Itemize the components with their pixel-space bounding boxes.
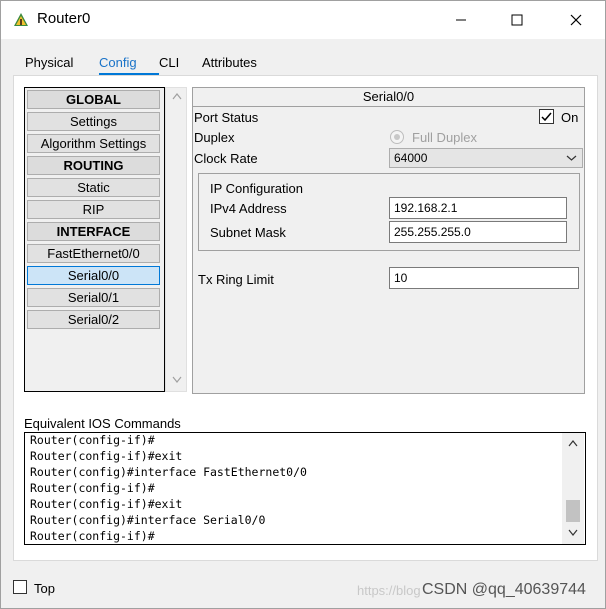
tab-config[interactable]: Config [99, 55, 137, 70]
clock-rate-select[interactable]: 64000 [389, 148, 583, 168]
scroll-up-icon[interactable] [172, 92, 182, 100]
console-line: Router(config)#interface Serial0/0 [30, 513, 266, 527]
subnet-mask-input[interactable]: 255.255.255.0 [389, 221, 567, 243]
panel-title: Serial0/0 [193, 88, 584, 107]
config-sidebar: GLOBAL Settings Algorithm Settings ROUTI… [24, 87, 165, 392]
sidebar-header-global: GLOBAL [27, 90, 160, 109]
scroll-down-icon[interactable] [568, 529, 578, 537]
tx-ring-limit-value: 10 [394, 271, 408, 285]
tab-cli[interactable]: CLI [159, 55, 179, 70]
sidebar-item-rip[interactable]: RIP [27, 200, 160, 219]
sidebar-item-static[interactable]: Static [27, 178, 160, 197]
minimize-button[interactable] [438, 1, 484, 39]
tx-ring-limit-input[interactable]: 10 [389, 267, 579, 289]
duplex-label: Duplex [194, 130, 235, 145]
sidebar-header-routing: ROUTING [27, 156, 160, 175]
close-icon [570, 14, 582, 26]
console-line: Router(config-if)#exit [30, 449, 183, 463]
sidebar-item-serial0-0[interactable]: Serial0/0 [27, 266, 160, 285]
tab-attributes[interactable]: Attributes [202, 55, 257, 70]
sidebar-item-serial0-2[interactable]: Serial0/2 [27, 310, 160, 329]
port-status-on-label: On [561, 110, 579, 125]
router-app-icon [14, 13, 28, 26]
console-line: Router(config-if)# [30, 433, 155, 447]
sidebar-item-algorithm-settings[interactable]: Algorithm Settings [27, 134, 160, 153]
clock-rate-label: Clock Rate [194, 151, 258, 166]
chevron-down-icon [566, 155, 577, 161]
tx-ring-limit-label: Tx Ring Limit [198, 272, 274, 287]
subnet-mask-value: 255.255.255.0 [394, 225, 471, 239]
ip-config-title: IP Configuration [210, 181, 303, 196]
router-config-window: Router0 Physical Config CLI Attributes G… [0, 0, 606, 609]
subnet-mask-label: Subnet Mask [210, 225, 286, 240]
tab-strip: Physical Config CLI Attributes [13, 51, 270, 76]
console-scroll-thumb[interactable] [566, 500, 580, 522]
sidebar-scrollbar[interactable] [165, 87, 187, 392]
sidebar-item-fastethernet0-0[interactable]: FastEthernet0/0 [27, 244, 160, 263]
close-button[interactable] [553, 1, 599, 39]
maximize-button[interactable] [494, 1, 540, 39]
sidebar-item-settings[interactable]: Settings [27, 112, 160, 131]
tab-physical[interactable]: Physical [25, 55, 73, 70]
scroll-up-icon[interactable] [568, 439, 578, 447]
full-duplex-label: Full Duplex [412, 130, 478, 145]
window-title: Router0 [37, 10, 91, 27]
clock-rate-value: 64000 [394, 151, 428, 165]
top-label: Top [34, 581, 55, 596]
console-line: Router(config-if)#exit [30, 497, 183, 511]
watermark-url: https://blog [357, 583, 421, 598]
ipv4-address-label: IPv4 Address [210, 201, 287, 216]
console-line: Router(config-if)# [30, 481, 155, 495]
console-line: Router(config)#interface FastEthernet0/0 [30, 465, 307, 479]
minimize-icon [456, 19, 466, 21]
port-status-checkbox[interactable] [539, 109, 554, 124]
maximize-icon [511, 14, 523, 26]
console-scrollbar[interactable] [562, 433, 584, 544]
port-status-label: Port Status [194, 110, 259, 125]
ios-commands-console[interactable]: Router(config-if)# Router(config-if)#exi… [24, 432, 586, 545]
full-duplex-radio[interactable] [390, 130, 404, 144]
watermark-text: CSDN @qq_40639744 [422, 581, 586, 598]
title-bar: Router0 [1, 1, 605, 39]
ios-commands-label: Equivalent IOS Commands [24, 416, 181, 431]
sidebar-header-interface: INTERFACE [27, 222, 160, 241]
top-checkbox[interactable] [13, 580, 27, 594]
ipv4-address-value: 192.168.2.1 [394, 201, 458, 215]
sidebar-item-serial0-1[interactable]: Serial0/1 [27, 288, 160, 307]
checkmark-icon [541, 112, 552, 122]
scroll-down-icon[interactable] [172, 376, 182, 384]
console-line: Router(config-if)# [30, 529, 155, 543]
ipv4-address-input[interactable]: 192.168.2.1 [389, 197, 567, 219]
